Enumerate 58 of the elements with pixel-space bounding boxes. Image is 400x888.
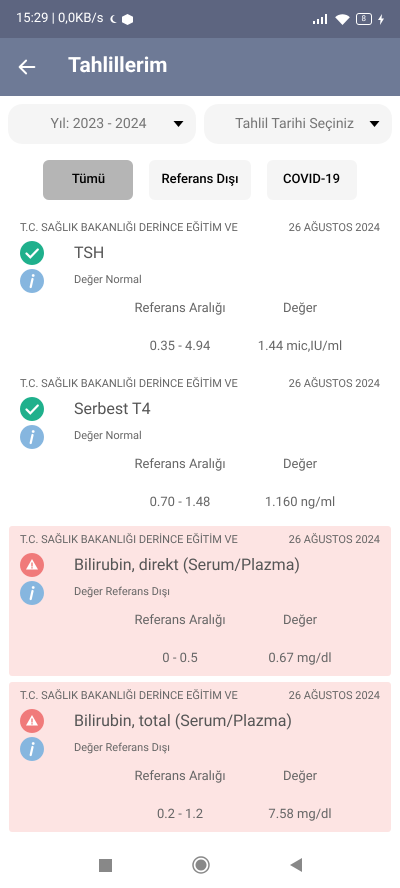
column-header: Referans Aralığı bbox=[133, 612, 227, 630]
info-icon[interactable] bbox=[20, 736, 44, 760]
column-header: Değer bbox=[282, 300, 318, 318]
reference-range: 0.35 - 4.94 bbox=[148, 338, 212, 356]
warning-icon bbox=[20, 708, 44, 732]
dropdown-caret-icon bbox=[369, 121, 380, 127]
test-name: Serbest T4 bbox=[74, 398, 151, 420]
signal-icon bbox=[312, 14, 328, 24]
check-icon bbox=[20, 240, 44, 264]
moon-icon bbox=[108, 14, 118, 24]
hospital-name: T.C. SAĞLIK BAKANLIĞI DERİNCE EĞİTİM VE bbox=[20, 688, 238, 704]
test-name: Bilirubin, total (Serum/Plazma) bbox=[74, 710, 292, 732]
column-header: Referans Aralığı bbox=[133, 300, 227, 318]
wifi-icon bbox=[334, 14, 350, 24]
charging-icon bbox=[378, 14, 384, 24]
dropdown-caret-icon bbox=[173, 121, 184, 127]
info-icon[interactable] bbox=[20, 424, 44, 448]
hospital-name: T.C. SAĞLIK BAKANLIĞI DERİNCE EĞİTİM VE bbox=[20, 532, 238, 548]
result-value: 1.44 mic,IU/ml bbox=[256, 338, 344, 356]
filter-tab[interactable]: Tümü bbox=[43, 160, 134, 200]
result-value: 1.160 ng/ml bbox=[264, 494, 336, 512]
hospital-name: T.C. SAĞLIK BAKANLIĞI DERİNCE EĞİTİM VE bbox=[20, 376, 238, 392]
status-time: 15:29 | 0,0KB/s bbox=[16, 10, 104, 28]
battery-icon: 8 bbox=[356, 13, 372, 25]
filter-tab[interactable]: Referans Dışı bbox=[149, 160, 251, 200]
check-icon bbox=[20, 396, 44, 420]
dropdown-field[interactable]: Yıl: 2023 - 2024 bbox=[8, 104, 196, 144]
result-date: 26 AĞUSTOS 2024 bbox=[288, 376, 380, 392]
cube-icon bbox=[122, 14, 132, 24]
back-icon[interactable] bbox=[290, 858, 302, 872]
status-text: Değer Normal bbox=[74, 428, 142, 444]
column-header: Referans Aralığı bbox=[133, 456, 227, 474]
warning-icon bbox=[20, 552, 44, 576]
reference-range: 0 - 0.5 bbox=[161, 650, 199, 668]
info-icon[interactable] bbox=[20, 580, 44, 604]
result-value: 0.67 mg/dl bbox=[267, 650, 333, 668]
reference-range: 0.2 - 1.2 bbox=[156, 806, 204, 824]
recents-icon[interactable] bbox=[98, 858, 112, 872]
column-header: Değer bbox=[282, 612, 318, 630]
info-icon[interactable] bbox=[20, 268, 44, 292]
column-header: Referans Aralığı bbox=[133, 768, 227, 786]
status-text: Değer Referans Dışı bbox=[74, 584, 170, 600]
result-date: 26 AĞUSTOS 2024 bbox=[288, 688, 380, 704]
result-value: 7.58 mg/dl bbox=[267, 806, 333, 824]
test-name: Bilirubin, direkt (Serum/Plazma) bbox=[74, 554, 300, 576]
reference-range: 0.70 - 1.48 bbox=[148, 494, 212, 512]
status-text: Değer Normal bbox=[74, 272, 142, 288]
dropdown-field[interactable]: Tahlil Tarihi Seçiniz bbox=[204, 104, 392, 144]
hospital-name: T.C. SAĞLIK BAKANLIĞI DERİNCE EĞİTİM VE bbox=[20, 220, 238, 236]
filter-tab[interactable]: COVID-19 bbox=[266, 160, 357, 200]
page-title: Tahlillerim bbox=[68, 53, 168, 80]
test-name: TSH bbox=[74, 242, 104, 264]
column-header: Değer bbox=[282, 768, 318, 786]
result-date: 26 AĞUSTOS 2024 bbox=[288, 532, 380, 548]
status-text: Değer Referans Dışı bbox=[74, 740, 170, 756]
result-date: 26 AĞUSTOS 2024 bbox=[288, 220, 380, 236]
column-header: Değer bbox=[282, 456, 318, 474]
home-icon[interactable] bbox=[192, 856, 210, 874]
